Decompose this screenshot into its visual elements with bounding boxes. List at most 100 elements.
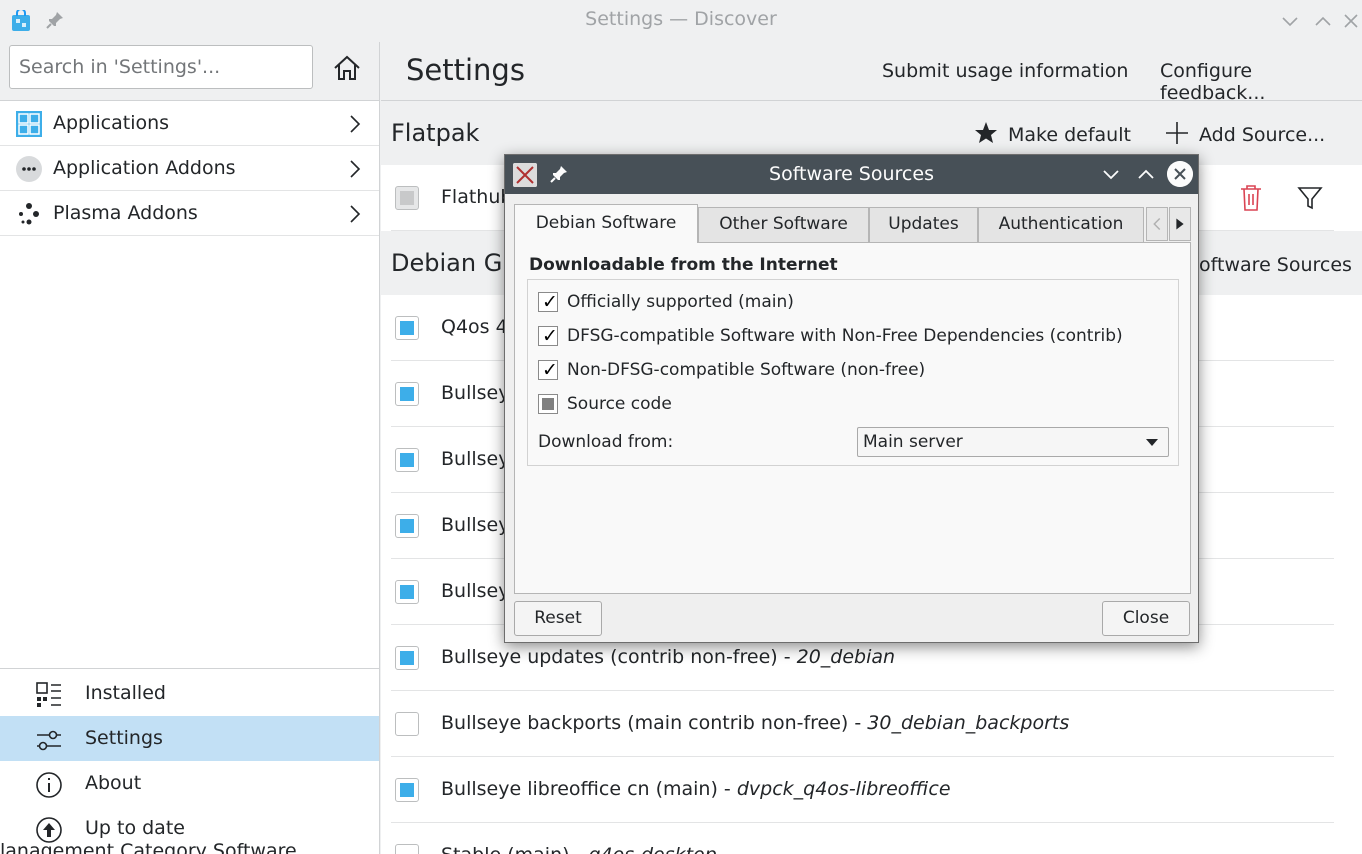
source-row[interactable]: Stable (main) - q4os-desktop [391, 823, 1334, 854]
nav-about[interactable]: About [0, 761, 379, 806]
option-main[interactable]: ✓ Officially supported (main) [538, 288, 1168, 316]
category-plasma-addons[interactable]: Plasma Addons [0, 191, 379, 236]
close-dialog-icon[interactable] [1167, 161, 1193, 187]
add-source-button[interactable]: Add Source... [1165, 121, 1325, 146]
add-source-label: Add Source... [1199, 124, 1326, 146]
source-text: Q4os 4 [441, 316, 508, 338]
source-label: Q4os 4 [441, 316, 508, 338]
source-checkbox[interactable] [395, 778, 419, 802]
source-checkbox[interactable] [395, 844, 419, 854]
star-icon [975, 122, 997, 143]
source-checkbox[interactable] [395, 448, 419, 472]
source-checkbox[interactable] [395, 514, 419, 538]
tab-debian-software[interactable]: Debian Software [514, 204, 698, 243]
window-title: Settings — Discover [585, 8, 777, 30]
sidebar-overflow-text: lanagement Category Software [0, 840, 297, 854]
checkmark-icon: ✓ [542, 325, 558, 347]
source-text: Bullseye backports (main contrib non-fre… [441, 712, 868, 734]
source-checkbox[interactable] [395, 646, 419, 670]
checkbox-source-code[interactable] [538, 394, 558, 414]
option-contrib[interactable]: ✓ DFSG-compatible Software with Non-Free… [538, 322, 1168, 350]
configure-feedback-button[interactable]: Configure feedback... [1160, 60, 1362, 104]
category-label: Application Addons [53, 157, 236, 179]
source-checkbox[interactable] [395, 382, 419, 406]
make-default-label: Make default [1008, 124, 1131, 146]
chevron-right-icon [350, 115, 361, 133]
software-sources-label: Software Sources [1187, 254, 1352, 276]
source-text: Stable (main) - [441, 844, 588, 854]
option-label: Non-DFSG-compatible Software (non-free) [567, 360, 926, 380]
submit-usage-button[interactable]: Submit usage information [882, 60, 1128, 82]
download-options-group: ✓ Officially supported (main) ✓ DFSG-com… [527, 279, 1179, 466]
maximize-icon[interactable] [1134, 162, 1158, 186]
source-text: Bullseye libreoffice cn (main) - [441, 778, 737, 800]
tab-authentication[interactable]: Authentication [978, 207, 1144, 242]
category-label: Applications [53, 112, 170, 134]
home-icon[interactable] [331, 52, 363, 84]
sidebar-toolbar [0, 42, 379, 101]
nav-label: Up to date [85, 817, 185, 839]
dialog-titlebar: Software Sources [505, 155, 1198, 194]
checkbox-contrib[interactable]: ✓ [538, 325, 558, 347]
category-application-addons[interactable]: Application Addons [0, 146, 379, 191]
section-title: Flatpak [391, 119, 480, 147]
search-input[interactable] [9, 45, 313, 89]
make-default-button[interactable]: Make default [974, 121, 1131, 146]
plasma-icon [19, 203, 39, 225]
source-label: Bullseye updates (contrib non-free) - 20… [441, 646, 895, 668]
dialog-title: Software Sources [769, 163, 934, 185]
nav-label: About [85, 772, 142, 794]
source-row[interactable]: Bullseye libreoffice cn (main) - dvpck_q… [391, 757, 1334, 823]
nav-label: Installed [85, 682, 166, 704]
download-from-value: Main server [863, 432, 963, 452]
source-label: Flathub [441, 186, 513, 208]
source-repo-name: dvpck_q4os-libreoffice [736, 778, 951, 800]
applications-icon [16, 111, 42, 137]
software-sources-dialog: Software Sources Debian Software Other S… [504, 154, 1199, 643]
debian-software-panel: Downloadable from the Internet ✓ Officia… [514, 242, 1191, 594]
close-button[interactable]: Close [1102, 601, 1190, 636]
source-repo-name: q4os-desktop [588, 844, 716, 854]
addons-icon [16, 156, 42, 182]
info-icon [36, 772, 62, 798]
nav-settings[interactable]: Settings [0, 716, 379, 761]
page-title: Settings [406, 53, 525, 87]
chevron-right-icon [350, 160, 361, 178]
maximize-icon[interactable] [1312, 10, 1334, 32]
minimize-icon[interactable] [1099, 162, 1123, 186]
chevron-right-icon [350, 205, 361, 223]
source-checkbox[interactable] [395, 186, 419, 210]
settings-sliders-icon [37, 730, 61, 751]
category-applications[interactable]: Applications [0, 101, 379, 146]
filter-icon[interactable] [1297, 185, 1323, 211]
download-from-label: Download from: [538, 432, 674, 452]
window-titlebar: Settings — Discover [0, 0, 1362, 42]
option-label: DFSG-compatible Software with Non-Free D… [567, 326, 1123, 346]
group-title: Downloadable from the Internet [529, 255, 838, 275]
minimize-icon[interactable] [1279, 10, 1301, 32]
source-checkbox[interactable] [395, 316, 419, 340]
dialog-tabs: Debian Software Other Software Updates A… [514, 204, 1191, 243]
option-source-code[interactable]: Source code [538, 390, 1168, 418]
source-checkbox[interactable] [395, 712, 419, 736]
source-label: Stable (main) - q4os-desktop [441, 844, 717, 854]
option-non-free[interactable]: ✓ Non-DFSG-compatible Software (non-free… [538, 356, 1168, 384]
checkbox-non-free[interactable]: ✓ [538, 359, 558, 381]
delete-icon[interactable] [1239, 184, 1263, 212]
checkmark-icon: ✓ [542, 359, 558, 381]
source-checkbox[interactable] [395, 580, 419, 604]
sidebar-navigation: Installed Settings About Up to date [0, 668, 379, 854]
tab-scroll-right-icon[interactable] [1169, 207, 1191, 241]
tab-other-software[interactable]: Other Software [698, 207, 869, 242]
source-text: Bullseye updates (contrib non-free) - [441, 646, 797, 668]
checkbox-main[interactable]: ✓ [538, 291, 558, 313]
reset-button[interactable]: Reset [514, 601, 602, 636]
download-from-select[interactable]: Main server [857, 427, 1169, 457]
source-row[interactable]: Bullseye backports (main contrib non-fre… [391, 691, 1334, 757]
close-window-icon[interactable] [1340, 10, 1362, 32]
checkmark-icon: ✓ [542, 291, 558, 313]
nav-installed[interactable]: Installed [0, 671, 379, 716]
tab-updates[interactable]: Updates [869, 207, 978, 242]
tab-scroll-left-icon[interactable] [1146, 207, 1168, 241]
installed-icon [36, 682, 61, 707]
